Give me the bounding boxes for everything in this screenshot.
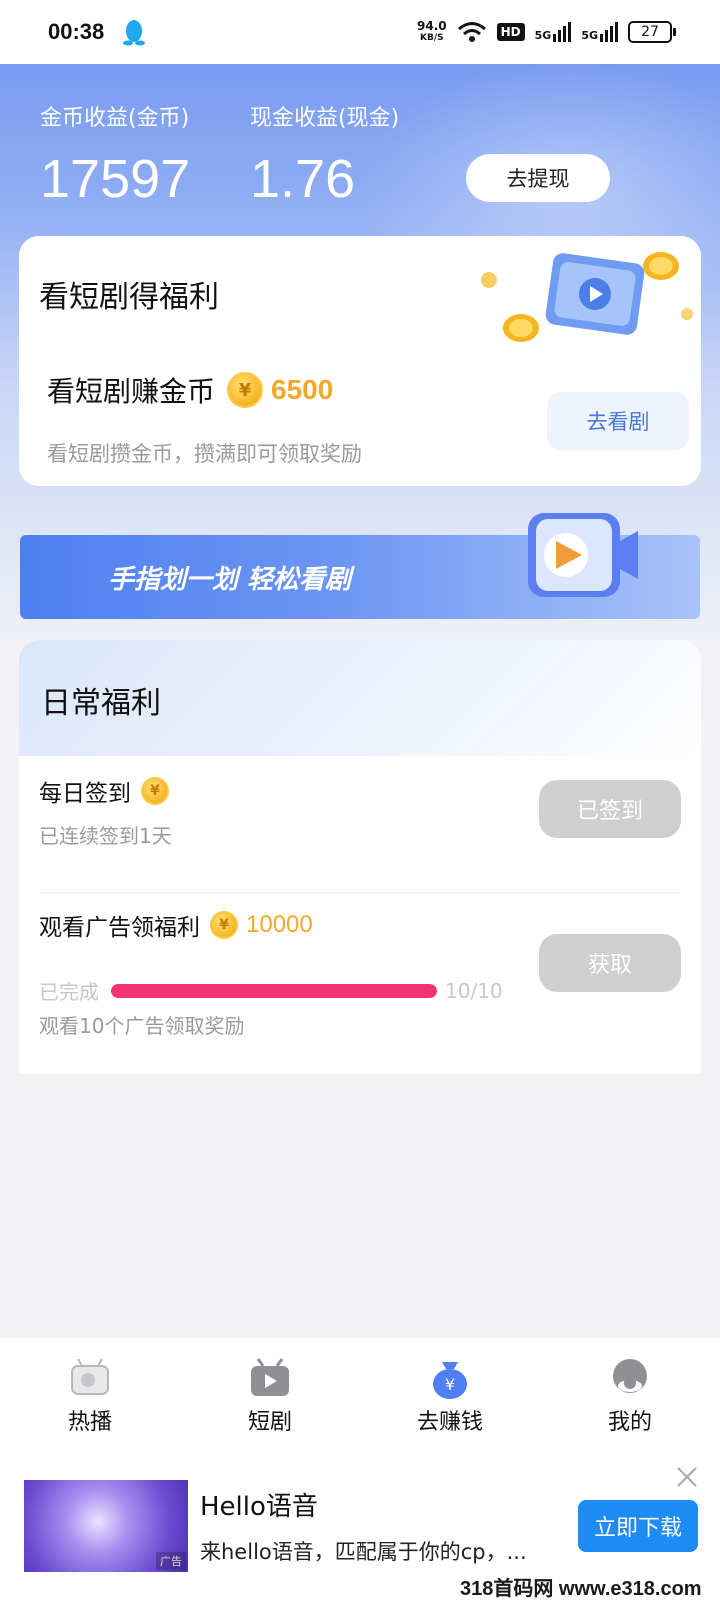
signal-5g-icon: 5G bbox=[535, 22, 572, 42]
tab-earn-label: 去赚钱 bbox=[416, 1410, 483, 1435]
user-icon bbox=[613, 1359, 647, 1393]
qq-penguin-icon bbox=[123, 20, 146, 46]
ad-thumbnail[interactable]: 广告 bbox=[24, 1480, 188, 1572]
watch-ads-title: 观看广告领福利 bbox=[39, 915, 200, 941]
status-time: 00:38 bbox=[48, 19, 105, 44]
progress-fill bbox=[111, 983, 437, 998]
daily-benefits-card: 日常福利 每日签到 ¥ 已连续签到1天 已签到 观看广告领福利 ¥ 10000 … bbox=[19, 640, 701, 1074]
watch-ads-description: 观看10个广告领取奖励 bbox=[39, 1014, 245, 1038]
swipe-drama-banner[interactable]: 手指划一划 轻松看剧 bbox=[20, 513, 700, 619]
watch-drama-button[interactable]: 去看剧 bbox=[547, 392, 689, 450]
ad-title: Hello语音 bbox=[200, 1492, 318, 1522]
battery-icon: 27 bbox=[628, 21, 676, 43]
tab-earn[interactable]: ¥ 去赚钱 bbox=[390, 1356, 510, 1436]
ad-tag: 广告 bbox=[156, 1552, 186, 1570]
status-bar: 00:38 94.0 KB/S HD 5G 5G 27 bbox=[0, 0, 720, 64]
claim-button[interactable]: 获取 bbox=[539, 934, 681, 992]
checked-in-button[interactable]: 已签到 bbox=[539, 780, 681, 838]
net-speed: 94.0 KB/S bbox=[417, 20, 447, 44]
daily-benefits-title: 日常福利 bbox=[19, 640, 701, 756]
video-camera-icon bbox=[528, 513, 638, 597]
tab-mine[interactable]: 我的 bbox=[570, 1356, 690, 1436]
tv-coins-illustration-icon bbox=[481, 252, 693, 342]
ad-description: 来hello语音，匹配属于你的cp，... bbox=[200, 1540, 527, 1564]
tab-drama-label: 短剧 bbox=[247, 1410, 292, 1435]
tv-retro-icon bbox=[71, 1358, 109, 1395]
wifi-icon bbox=[457, 22, 486, 42]
money-bag-icon: ¥ bbox=[433, 1362, 467, 1399]
checkin-description: 已连续签到1天 bbox=[39, 824, 172, 848]
coin-earnings: 金币收益(金币) 17597 bbox=[40, 100, 190, 210]
tab-hot-label: 热播 bbox=[67, 1410, 112, 1435]
drama-earn-row: 看短剧赚金币 ¥ 6500 bbox=[47, 370, 333, 410]
watermark: 318首码网 www.e318.com bbox=[460, 1578, 702, 1600]
tab-hot[interactable]: 热播 bbox=[30, 1356, 150, 1436]
watch-ads-title-row: 观看广告领福利 ¥ 10000 bbox=[39, 908, 313, 942]
coin-icon: ¥ bbox=[210, 911, 238, 939]
drama-earn-label: 看短剧赚金币 bbox=[47, 375, 216, 408]
signal-5g-icon-2: 5G bbox=[581, 22, 618, 42]
status-icons: 94.0 KB/S HD 5G 5G 27 bbox=[417, 20, 676, 44]
hd-icon: HD bbox=[496, 23, 525, 41]
withdraw-button[interactable]: 去提现 bbox=[466, 154, 610, 202]
watch-ads-amount: 10000 bbox=[246, 911, 313, 938]
progress-text: 10/10 bbox=[445, 978, 503, 1003]
cash-earnings-label: 现金收益(现金) bbox=[250, 106, 400, 131]
progress-bar bbox=[111, 983, 437, 998]
checkin-title: 每日签到 bbox=[39, 781, 131, 807]
banner-text: 手指划一划 轻松看剧 bbox=[108, 565, 352, 595]
divider bbox=[39, 892, 681, 893]
cash-earnings: 现金收益(现金) 1.76 bbox=[250, 100, 399, 210]
tab-mine-label: 我的 bbox=[607, 1410, 652, 1435]
signal-2-label: 5G bbox=[581, 29, 598, 42]
progress-label: 已完成 bbox=[39, 980, 99, 1004]
coin-icon: ¥ bbox=[227, 372, 264, 408]
signal-1-label: 5G bbox=[534, 29, 552, 42]
cash-earnings-value: 1.76 bbox=[250, 149, 356, 209]
drama-reward-card: 看短剧得福利 看短剧赚金币 ¥ 6500 看短剧攒金币，攒满即可领取奖励 去看剧 bbox=[19, 236, 701, 486]
svg-text:¥: ¥ bbox=[445, 1375, 455, 1394]
download-now-button[interactable]: 立即下载 bbox=[578, 1500, 698, 1552]
drama-card-title: 看短剧得福利 bbox=[39, 280, 219, 315]
net-speed-value: 94.0 bbox=[417, 19, 447, 33]
close-icon[interactable] bbox=[674, 1464, 700, 1490]
ads-progress-row: 已完成 10/10 bbox=[39, 976, 503, 1005]
drama-coin-amount: 6500 bbox=[271, 374, 334, 405]
checkin-title-row: 每日签到 ¥ bbox=[39, 774, 169, 808]
net-speed-unit: KB/S bbox=[420, 33, 444, 43]
coin-earnings-label: 金币收益(金币) bbox=[40, 106, 190, 131]
tv-play-icon bbox=[251, 1358, 289, 1396]
coin-earnings-value: 17597 bbox=[40, 149, 191, 209]
coin-icon: ¥ bbox=[141, 777, 169, 805]
bottom-tab-bar: 热播 短剧 ¥ 去赚钱 我的 bbox=[0, 1338, 720, 1450]
tab-drama[interactable]: 短剧 bbox=[210, 1356, 330, 1436]
drama-card-description: 看短剧攒金币，攒满即可领取奖励 bbox=[47, 442, 362, 466]
